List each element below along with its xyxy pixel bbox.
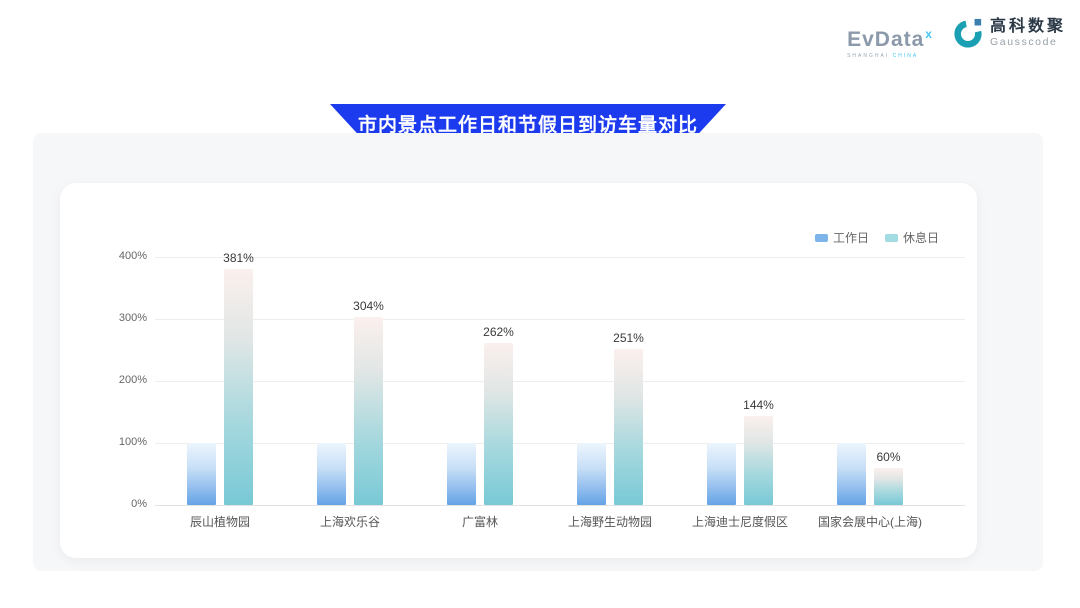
value-label: 60% <box>857 450 921 464</box>
evdata-subtext-left: SHANGHAI <box>847 53 889 59</box>
bar-工作日-上海欢乐谷[interactable] <box>317 443 346 505</box>
bar-工作日-上海野生动物园[interactable] <box>577 443 606 505</box>
gausscode-g-icon <box>953 18 983 48</box>
bar-休息日-广富林[interactable] <box>484 343 513 505</box>
category-label: 国家会展中心(上海) <box>805 513 935 530</box>
gausscode-en: Gausscode <box>990 36 1066 48</box>
y-axis-tick-label: 300% <box>91 312 147 324</box>
evdata-superscript: x <box>925 27 933 41</box>
category-label: 辰山植物园 <box>155 513 285 530</box>
page: EvDatax SHANGHAI CHINA 高科数聚 Gausscode 市内… <box>0 0 1080 608</box>
bar-休息日-上海欢乐谷[interactable] <box>354 317 383 505</box>
bar-休息日-上海迪士尼度假区[interactable] <box>744 416 773 505</box>
header-logos: EvDatax SHANGHAI CHINA 高科数聚 Gausscode <box>847 18 1066 59</box>
value-label: 262% <box>467 325 531 339</box>
bar-工作日-广富林[interactable] <box>447 443 476 505</box>
gridline-300% <box>155 319 965 320</box>
gausscode-logo: 高科数聚 Gausscode <box>953 18 1066 48</box>
gridline-200% <box>155 381 965 382</box>
gausscode-text: 高科数聚 Gausscode <box>990 18 1066 48</box>
y-axis-tick-label: 400% <box>91 250 147 262</box>
bar-工作日-上海迪士尼度假区[interactable] <box>707 443 736 505</box>
gausscode-icon-square <box>975 19 982 26</box>
category-label: 上海野生动物园 <box>545 513 675 530</box>
bar-休息日-辰山植物园[interactable] <box>224 269 253 505</box>
gausscode-cn: 高科数聚 <box>990 18 1066 36</box>
chart-card: 工作日休息日 0%100%200%300%400%381%辰山植物园304%上海… <box>60 183 977 558</box>
value-label: 251% <box>597 331 661 345</box>
gridline-400% <box>155 257 965 258</box>
y-axis-tick-label: 200% <box>91 374 147 386</box>
bar-休息日-上海野生动物园[interactable] <box>614 349 643 505</box>
category-label: 上海迪士尼度假区 <box>675 513 805 530</box>
bar-工作日-辰山植物园[interactable] <box>187 443 216 505</box>
evdata-wordmark: EvDatax <box>847 24 933 50</box>
evdata-brand-text: EvData <box>847 28 924 51</box>
category-label: 广富林 <box>415 513 545 530</box>
y-axis-tick-label: 100% <box>91 436 147 448</box>
evdata-subtext: SHANGHAI CHINA <box>847 53 918 59</box>
value-label: 304% <box>337 299 401 313</box>
chart-panel: 工作日休息日 0%100%200%300%400%381%辰山植物园304%上海… <box>33 133 1043 571</box>
evdata-logo: EvDatax SHANGHAI CHINA <box>847 24 933 59</box>
bar-休息日-国家会展中心(上海)[interactable] <box>874 468 903 505</box>
gridline-0% <box>155 505 965 506</box>
value-label: 381% <box>207 251 271 265</box>
value-label: 144% <box>727 398 791 412</box>
evdata-subtext-right: CHINA <box>893 53 919 59</box>
category-label: 上海欢乐谷 <box>285 513 415 530</box>
plot-area: 0% 100% 200% 300% 400% 381% 辰山植物园 304% 上海欢乐谷 262%… <box>60 183 977 558</box>
y-axis-tick-label: 0% <box>91 498 147 510</box>
